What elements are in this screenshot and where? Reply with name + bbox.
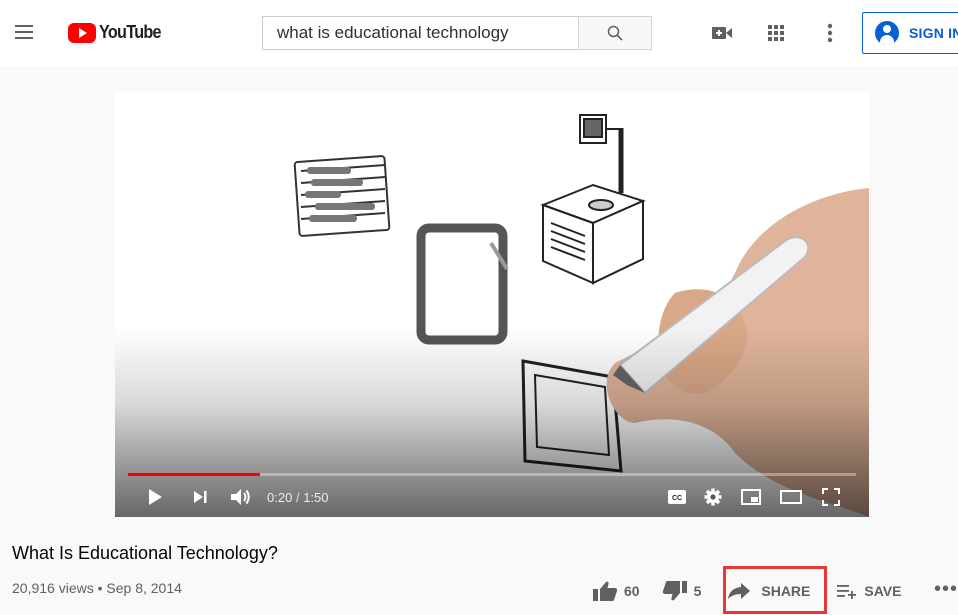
apps-grid-icon[interactable] (764, 22, 788, 44)
tablet-drawing (416, 223, 509, 345)
search-icon (607, 25, 623, 41)
miniplayer-icon[interactable] (739, 485, 763, 509)
share-highlight-box (723, 566, 827, 614)
youtube-logo[interactable]: YouTube (68, 22, 168, 43)
thumbs-up-icon (593, 581, 618, 601)
duration: 1:50 (303, 490, 329, 505)
current-time: 0:20 (267, 490, 293, 505)
volume-icon[interactable] (229, 485, 253, 509)
next-icon[interactable] (189, 485, 211, 509)
create-video-icon[interactable] (710, 22, 734, 44)
menu-icon[interactable] (12, 20, 36, 44)
logo-text: YouTube (99, 22, 162, 42)
theater-mode-icon[interactable] (779, 485, 803, 509)
settings-gear-icon[interactable] (701, 485, 725, 509)
account-icon (875, 21, 899, 45)
svg-text:CC: CC (672, 495, 682, 502)
fullscreen-icon[interactable] (819, 485, 843, 509)
progress-bar[interactable] (128, 473, 856, 476)
save-label: SAVE (864, 583, 902, 599)
play-icon[interactable] (143, 485, 167, 509)
sign-in-button[interactable]: SIGN IN (862, 12, 958, 54)
playlist-add-icon (837, 585, 857, 599)
search-input[interactable] (262, 16, 578, 50)
view-count-date: 20,916 views • Sep 8, 2014 (12, 580, 182, 596)
sign-in-label: SIGN IN (909, 25, 958, 41)
save-button[interactable]: SAVE (836, 582, 901, 600)
more-actions-icon[interactable]: ••• (934, 578, 958, 601)
thumbs-down-icon (662, 581, 687, 601)
captions-icon[interactable]: CC (666, 485, 688, 509)
search-button[interactable] (578, 16, 652, 50)
masthead: YouTube SIGN IN (0, 0, 958, 66)
abacus-drawing (293, 155, 391, 237)
video-player[interactable]: 0:20 / 1:50 CC (115, 93, 869, 517)
time-display: 0:20 / 1:50 (267, 490, 329, 505)
like-count: 60 (624, 583, 640, 599)
search-bar (262, 16, 652, 50)
projector-drawing (540, 114, 646, 285)
like-button[interactable]: 60 (592, 580, 640, 602)
video-title: What Is Educational Technology? (12, 543, 278, 563)
settings-dots-icon[interactable] (818, 22, 842, 44)
play-logo-icon (68, 22, 96, 43)
progress-played (128, 473, 261, 476)
dislike-count: 5 (693, 583, 702, 599)
dislike-button[interactable]: 5 (662, 580, 702, 602)
